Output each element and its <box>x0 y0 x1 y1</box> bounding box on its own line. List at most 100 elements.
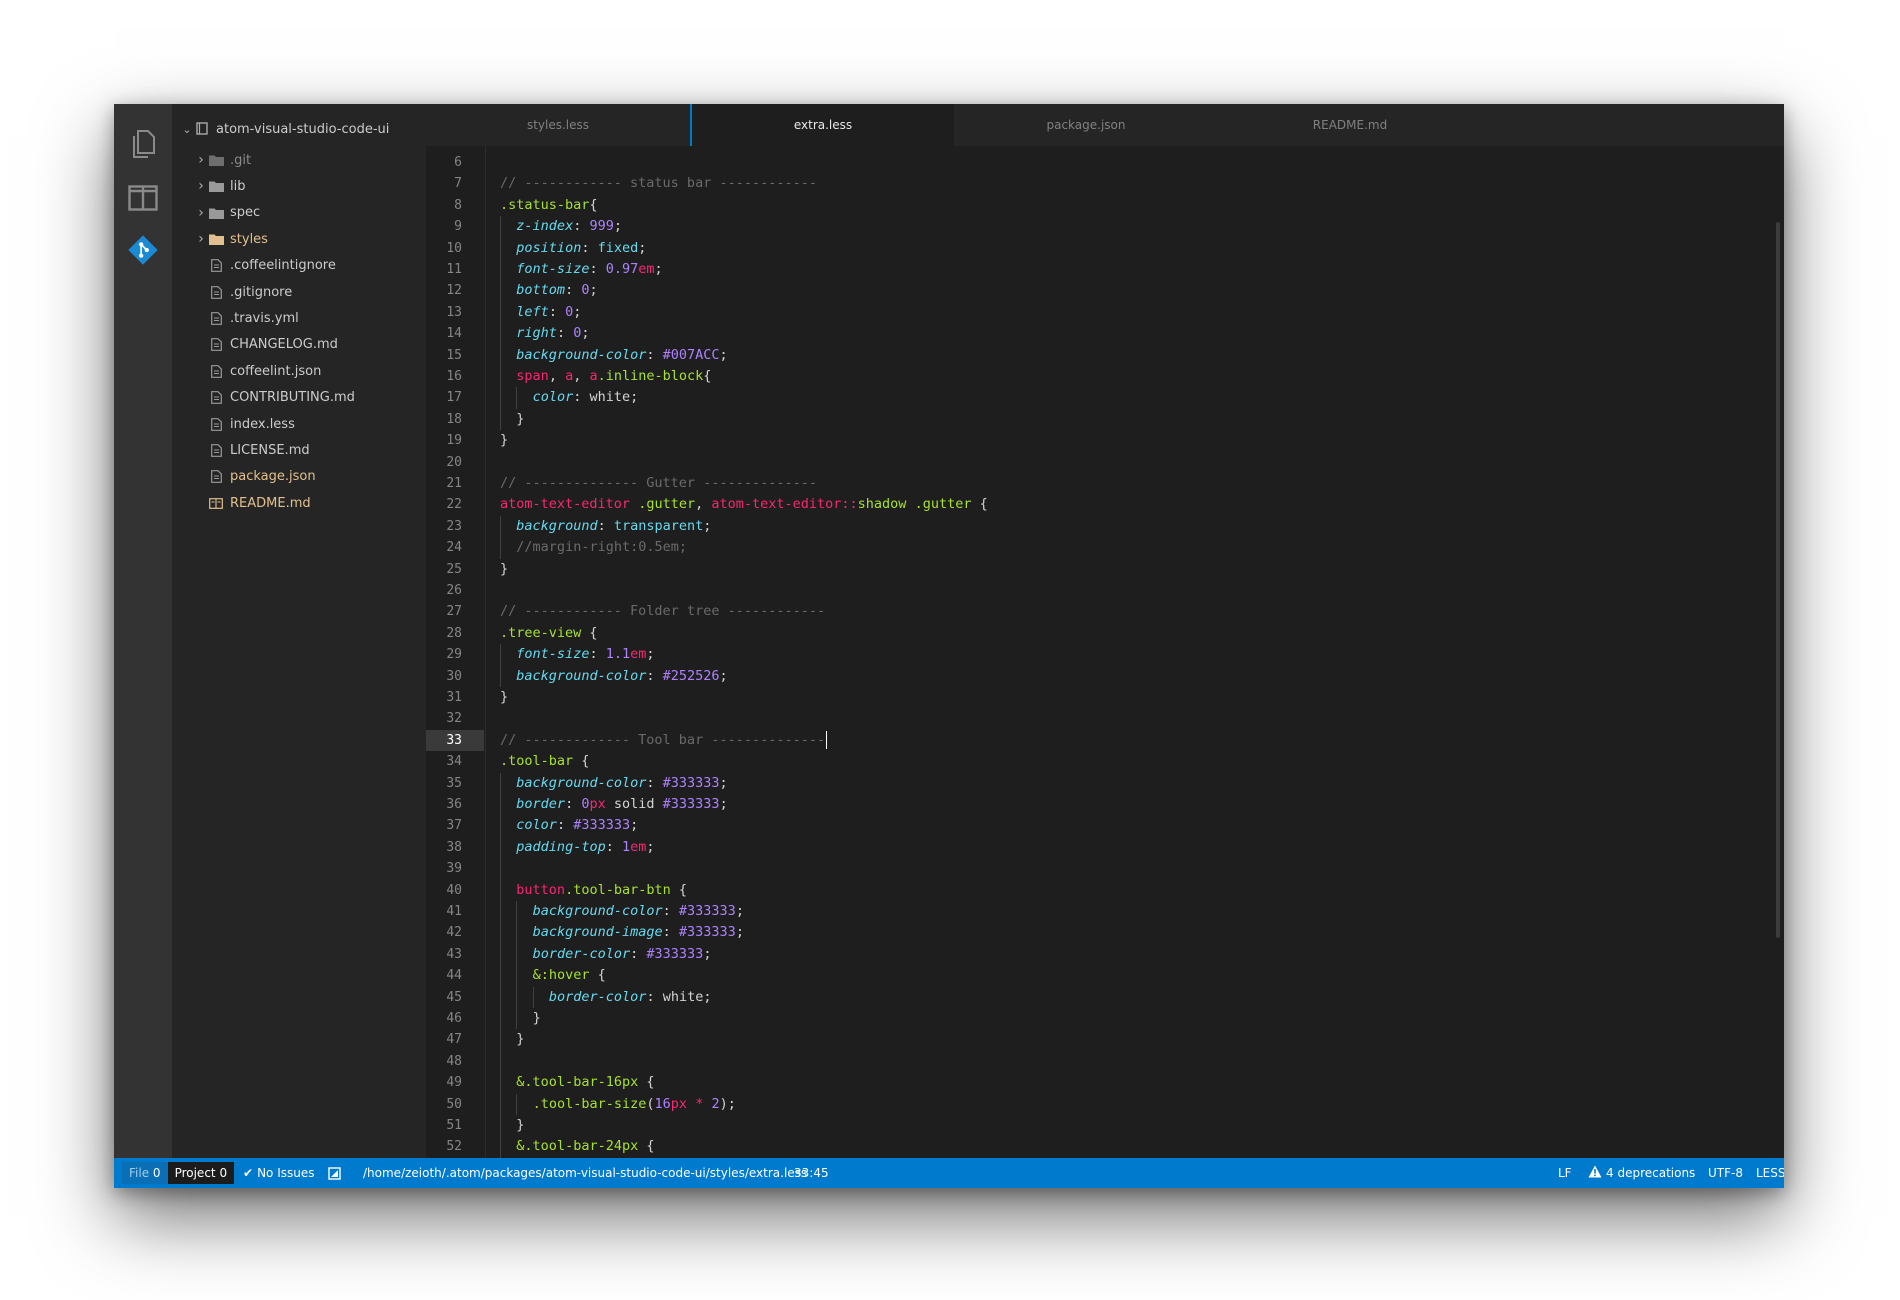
tree-item-label: LICENSE.md <box>230 442 310 458</box>
line-number: 9 <box>454 219 462 235</box>
activity-bar <box>114 104 172 1158</box>
tree-item-license-md[interactable]: LICENSE.md <box>208 438 310 462</box>
indent-guide <box>500 943 501 966</box>
code-token: atom-text-editor <box>711 496 842 513</box>
tab-styles-less[interactable]: styles.less <box>426 104 690 146</box>
vertical-scrollbar[interactable] <box>1776 222 1780 938</box>
indent-guide <box>500 1136 501 1158</box>
cursor-position[interactable]: 33:45 <box>794 1158 829 1188</box>
code-token: border <box>516 796 566 812</box>
tree-item-styles[interactable]: › styles <box>194 227 268 251</box>
git-icon[interactable] <box>127 234 159 266</box>
project-issues-badge[interactable]: Project 0 <box>167 1162 235 1184</box>
code-token: white <box>589 389 631 406</box>
code-token: background <box>516 517 598 534</box>
code-token: { <box>638 1074 655 1091</box>
code-token: { <box>581 624 598 641</box>
code-line: button.tool-bar-btn { <box>516 880 687 901</box>
code-token: ; <box>638 239 647 256</box>
tree-item-label: .coffeelintignore <box>230 258 336 274</box>
code-token: 0 <box>565 303 574 320</box>
code-token: .tree-view <box>500 624 582 641</box>
linter-counts[interactable]: File 0 Project 0 <box>122 1158 235 1188</box>
indent-guide <box>500 387 501 409</box>
repo-icon <box>194 122 210 136</box>
line-number: 40 <box>446 882 462 898</box>
tree-item-spec[interactable]: › spec <box>194 201 260 225</box>
code-line: // ------------- Tool bar -------------- <box>500 730 828 751</box>
code-token: ; <box>703 988 712 1005</box>
indent-guide <box>500 280 501 302</box>
project-count: 0 <box>219 1166 228 1180</box>
file-path-label: /home/zeioth/.atom/packages/atom-visual-… <box>363 1166 808 1180</box>
tree-item-readme-md[interactable]: README.md <box>208 491 311 515</box>
code-token: } <box>516 410 525 427</box>
code-token: ; <box>719 774 728 791</box>
tab-readme-md[interactable]: README.md <box>1218 104 1482 146</box>
code-token: : <box>565 796 582 812</box>
line-number: 44 <box>446 968 462 984</box>
tree-item-package-json[interactable]: package.json <box>208 465 316 489</box>
tab-bar: styles.less extra.less package.json READ… <box>426 104 1784 146</box>
code-token: .gutter <box>638 496 696 513</box>
split-pane-icon[interactable] <box>127 182 159 214</box>
code-token: { <box>589 196 598 213</box>
line-number: 49 <box>446 1075 462 1091</box>
edit-icon[interactable] <box>328 1158 341 1188</box>
line-ending[interactable]: LF <box>1558 1158 1572 1188</box>
code-token: #333333 <box>662 774 720 791</box>
indent-guide <box>500 323 501 345</box>
code-token: ; <box>719 346 728 363</box>
tree-item-index-less[interactable]: index.less <box>208 412 295 436</box>
folder-icon <box>208 206 224 220</box>
tree-item-contributing-md[interactable]: CONTRIBUTING.md <box>208 386 355 410</box>
code-token: right <box>516 325 557 342</box>
line-number: 23 <box>446 518 462 534</box>
code-area[interactable]: // ------------ status bar ------------.… <box>486 146 1776 1158</box>
code-token: { <box>971 496 988 513</box>
code-line: } <box>516 409 524 430</box>
tab-package-json[interactable]: package.json <box>954 104 1218 146</box>
tree-item-coffeelint-json[interactable]: coffeelint.json <box>208 359 321 383</box>
tree-item-changelog-md[interactable]: CHANGELOG.md <box>208 333 338 357</box>
check-icon: ✔ <box>243 1166 254 1180</box>
atom-window: ⌄ atom-visual-studio-code-ui › .git › lib › s… <box>114 104 1784 1188</box>
grammar[interactable]: LESS <box>1756 1158 1784 1188</box>
code-token: shadow <box>857 496 907 513</box>
tree-item-label: lib <box>230 178 246 194</box>
indent-guide <box>500 858 501 880</box>
line-number: 27 <box>446 604 462 620</box>
encoding[interactable]: UTF-8 <box>1708 1158 1743 1188</box>
code-token: :: <box>841 496 858 513</box>
folder-icon <box>208 232 224 246</box>
code-token: { <box>573 753 590 770</box>
code-line: border: 0px solid #333333; <box>516 794 727 815</box>
folder-icon <box>208 179 224 193</box>
file-issues-badge[interactable]: File 0 <box>122 1162 168 1184</box>
code-line: background: transparent; <box>516 516 711 537</box>
code-token: ; <box>703 517 712 534</box>
line-number: 24 <box>446 540 462 556</box>
tab-extra-less[interactable]: extra.less <box>690 104 954 146</box>
code-token: ; <box>613 218 622 235</box>
tree-item-label: .gitignore <box>230 284 293 300</box>
code-token: solid <box>605 796 663 812</box>
no-issues-status[interactable]: ✔ No Issues <box>243 1158 314 1188</box>
tree-item-travis-yml[interactable]: .travis.yml <box>208 306 299 330</box>
deprecations-status[interactable]: 4 deprecations <box>1588 1158 1695 1188</box>
chevron-right-icon: › <box>198 178 204 195</box>
code-line: } <box>500 559 508 580</box>
line-number: 10 <box>446 240 462 256</box>
tree-item-git[interactable]: › .git <box>194 148 251 172</box>
code-token: , <box>573 368 590 384</box>
file-path[interactable]: /home/zeioth/.atom/packages/atom-visual-… <box>363 1158 807 1188</box>
files-icon[interactable] <box>127 128 159 160</box>
tree-item-coffeelintignore[interactable]: .coffeelintignore <box>208 254 336 278</box>
tree-item-gitignore[interactable]: .gitignore <box>208 280 292 304</box>
line-number: 22 <box>446 497 462 513</box>
tree-item-label: README.md <box>230 495 311 511</box>
indent-guide <box>500 815 501 837</box>
tree-root-project[interactable]: ⌄ atom-visual-studio-code-ui <box>172 118 426 140</box>
indent-guide <box>516 986 518 1008</box>
tree-item-lib[interactable]: › lib <box>194 174 245 198</box>
